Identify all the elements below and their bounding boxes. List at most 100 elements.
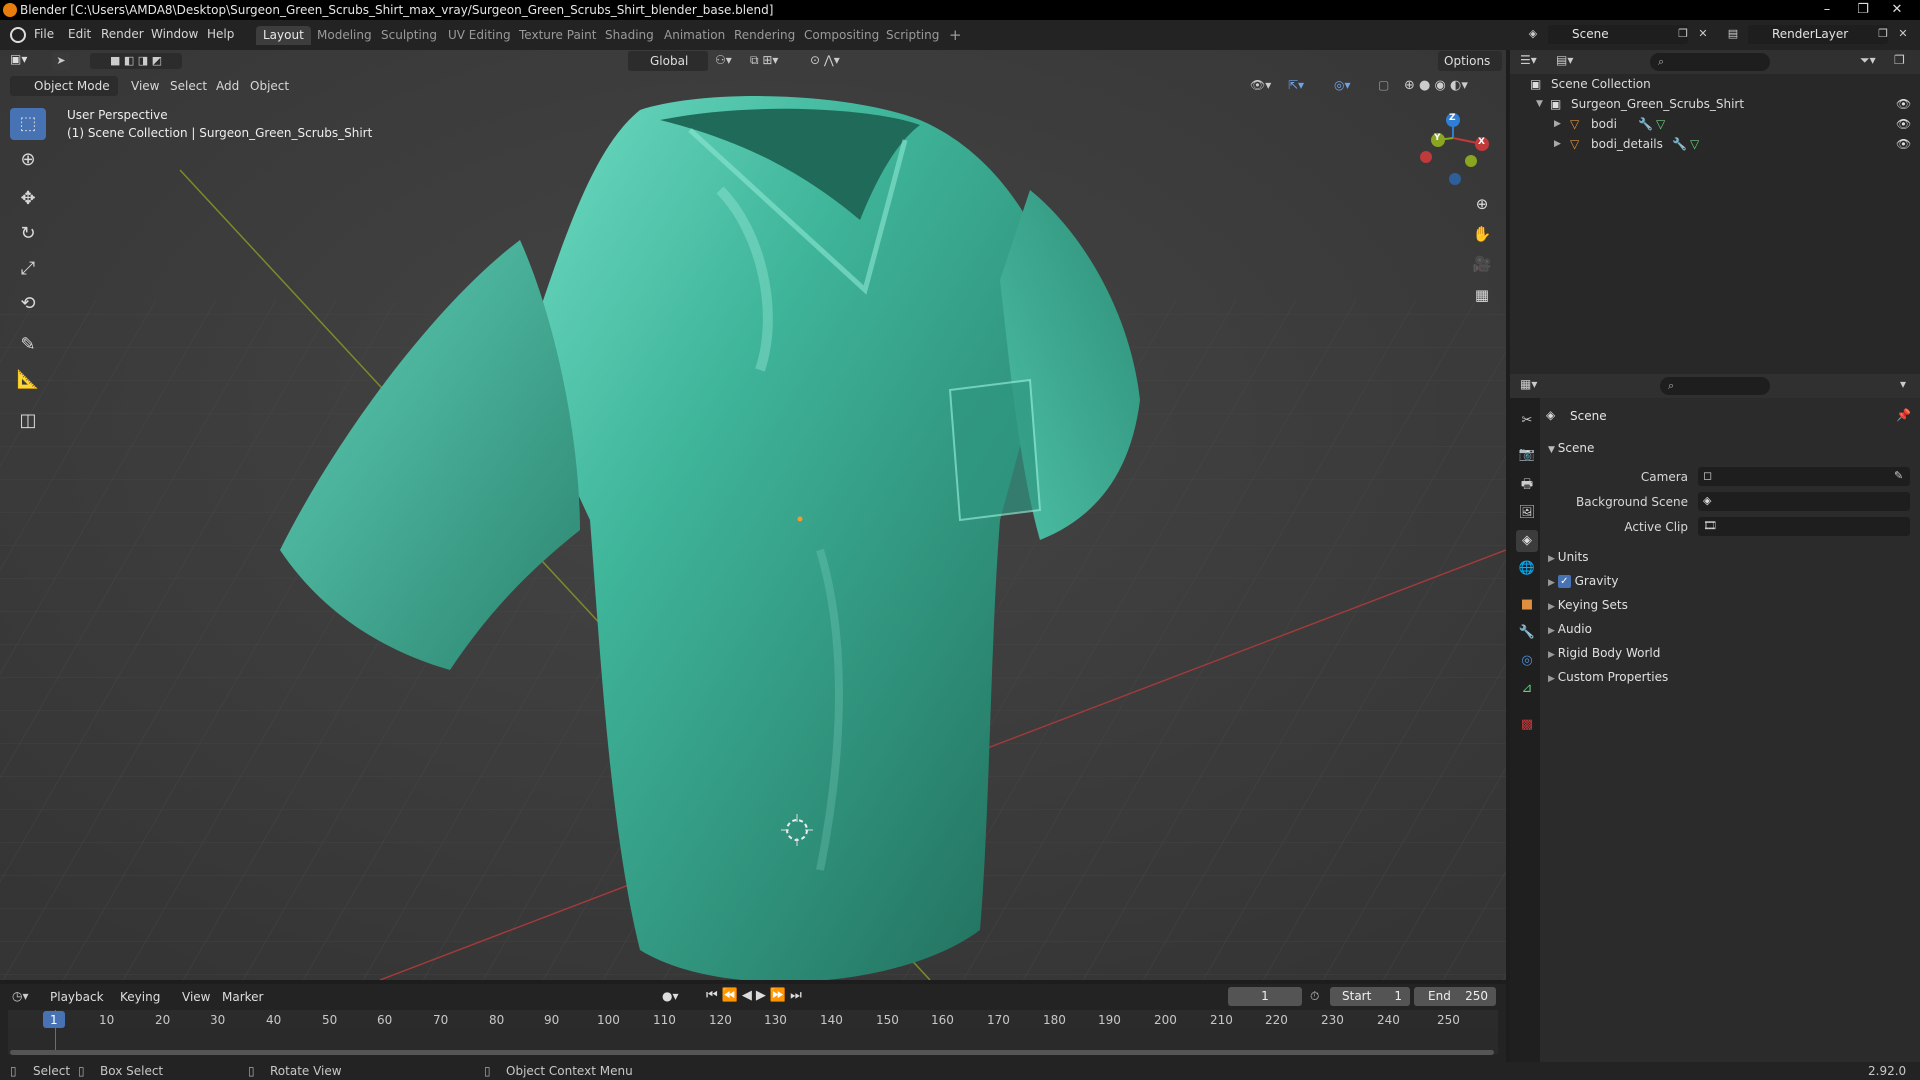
maximize-button[interactable]: ❐ <box>1848 0 1878 20</box>
outliner-row-object[interactable]: ▶ ▽ bodi_details 🔧 ▽ 👁 <box>1510 134 1920 154</box>
menu-object[interactable]: Object <box>250 76 289 96</box>
playback-menu[interactable]: Playback <box>44 987 110 1007</box>
gizmo-toggle-icon[interactable]: ⇱▾ <box>1288 78 1304 92</box>
menu-help[interactable]: Help <box>207 27 234 41</box>
cursor-tool[interactable]: ⊕ <box>10 144 46 176</box>
panel-gravity[interactable]: ▶ ✓ Gravity <box>1548 571 1618 591</box>
modifiers-tab-icon[interactable]: 🔧 <box>1516 622 1538 644</box>
object-mode-dropdown[interactable]: Object Mode <box>10 76 118 96</box>
tool-tab-icon[interactable]: ✂ <box>1516 410 1538 432</box>
timeline-scrollbar[interactable] <box>10 1050 1494 1055</box>
timeline-view-menu[interactable]: View <box>176 987 216 1007</box>
outliner-row-object[interactable]: ▶ ▽ bodi 🔧 ▽ 👁 <box>1510 114 1920 134</box>
snap-icon[interactable]: ⧉ ⊞▾ <box>750 53 778 68</box>
tab-compositing[interactable]: Compositing <box>797 26 886 45</box>
renderlayer-new-icon[interactable]: ❐ <box>1874 25 1892 43</box>
tab-rendering[interactable]: Rendering <box>727 26 802 45</box>
select-box-tool[interactable]: ⬚ <box>10 108 46 140</box>
add-workspace-button[interactable]: + <box>942 26 969 45</box>
gizmo-x-label[interactable]: X <box>1478 137 1485 147</box>
3d-viewport[interactable]: Z X Y User Perspective (1) Scene Collect… <box>0 50 1506 980</box>
eye-icon[interactable]: 👁 <box>1896 134 1911 154</box>
menu-add[interactable]: Add <box>216 76 239 96</box>
expand-arrow-icon[interactable]: ▼ <box>1536 94 1543 114</box>
object-tab-icon[interactable]: ■ <box>1516 594 1538 616</box>
modifier-icon[interactable]: 🔧 <box>1638 114 1653 134</box>
outliner-row-collection[interactable]: ▼ ▣ Surgeon_Green_Scrubs_Shirt 👁 <box>1510 94 1920 114</box>
pivot-point-icon[interactable]: ⚇▾ <box>715 53 732 67</box>
start-frame-field[interactable]: Start 1 <box>1330 987 1410 1006</box>
minimize-button[interactable]: – <box>1812 0 1842 20</box>
camera-field[interactable] <box>1698 467 1910 486</box>
tab-modeling[interactable]: Modeling <box>310 26 379 45</box>
annotate-tool[interactable]: ✎ <box>10 329 46 361</box>
renderlayer-browse-icon[interactable]: ▤ <box>1724 25 1742 43</box>
eye-icon[interactable]: 👁 <box>1896 94 1911 114</box>
world-tab-icon[interactable]: 🌐 <box>1516 558 1538 580</box>
renderlayer-delete-icon[interactable]: ✕ <box>1894 25 1912 43</box>
properties-options-icon[interactable]: ▾ <box>1900 377 1906 391</box>
scene-delete-icon[interactable]: ✕ <box>1694 25 1712 43</box>
end-frame-field[interactable]: End 250 <box>1414 987 1496 1006</box>
expand-arrow-icon[interactable]: ▶ <box>1554 114 1561 134</box>
constraints-tab-icon[interactable]: ⊿ <box>1516 678 1538 700</box>
blender-menu-icon[interactable] <box>10 27 26 43</box>
menu-window[interactable]: Window <box>151 27 198 41</box>
panel-scene-header[interactable]: ▼ Scene <box>1548 438 1908 458</box>
tab-uv-editing[interactable]: UV Editing <box>441 26 518 45</box>
pin-icon[interactable]: 📌 <box>1896 408 1911 422</box>
tab-shading[interactable]: Shading <box>598 26 661 45</box>
proportional-editing-icon[interactable]: ⊙ ⋀▾ <box>810 53 840 67</box>
eyedropper-icon[interactable]: ✎ <box>1894 469 1903 482</box>
options-dropdown[interactable]: Options <box>1438 51 1502 71</box>
xray-icon[interactable]: ▢ <box>1378 78 1389 92</box>
active-clip-field[interactable] <box>1698 517 1910 536</box>
visibility-icon[interactable]: 👁▾ <box>1250 78 1271 92</box>
panel-audio[interactable]: ▶ Audio <box>1548 619 1592 639</box>
physics-tab-icon[interactable]: ◎ <box>1516 650 1538 672</box>
toggle-ortho-icon[interactable]: ▦ <box>1470 283 1494 307</box>
outliner-search-icon[interactable]: ⌕ <box>1650 53 1770 71</box>
panel-custom-properties[interactable]: ▶ Custom Properties <box>1548 667 1668 687</box>
stopwatch-icon[interactable]: ⏱ <box>1310 989 1319 1004</box>
mesh-data-icon[interactable]: ▽ <box>1656 114 1665 134</box>
scene-browse-icon[interactable]: ◈ <box>1524 25 1542 43</box>
panel-rigid-body-world[interactable]: ▶ Rigid Body World <box>1548 643 1660 663</box>
eye-icon[interactable]: 👁 <box>1896 114 1911 134</box>
menu-edit[interactable]: Edit <box>68 27 91 41</box>
outliner-row-scene-collection[interactable]: ▣ Scene Collection <box>1510 74 1920 94</box>
playback-controls-icons[interactable]: ⏮⏪◀▶⏩⏭ <box>706 988 806 1003</box>
pan-hand-icon[interactable]: ✋ <box>1470 222 1494 246</box>
timeline-editor-type-icon[interactable]: ◷▾ <box>12 989 29 1003</box>
filter-icon[interactable]: ⏷▾ <box>1860 53 1876 68</box>
tab-sculpting[interactable]: Sculpting <box>374 26 444 45</box>
tab-animation[interactable]: Animation <box>657 26 732 45</box>
scale-tool[interactable]: ⤢ <box>10 253 46 285</box>
current-frame-field[interactable]: 1 <box>1228 987 1302 1006</box>
renderlayer-selector[interactable]: RenderLayer <box>1748 25 1888 44</box>
scene-new-icon[interactable]: ❐ <box>1674 25 1692 43</box>
record-icon[interactable]: ●▾ <box>662 989 679 1003</box>
keying-menu[interactable]: Keying <box>114 987 166 1007</box>
gravity-checkbox[interactable]: ✓ <box>1557 575 1571 588</box>
gizmo-z-label[interactable]: Z <box>1449 113 1456 123</box>
properties-search-icon[interactable]: ⌕ <box>1660 377 1770 395</box>
transform-tool[interactable]: ⟲ <box>10 288 46 320</box>
close-button[interactable]: ✕ <box>1882 0 1912 20</box>
rotate-tool[interactable]: ↻ <box>10 218 46 250</box>
scene-selector[interactable]: Scene <box>1548 25 1688 44</box>
menu-file[interactable]: File <box>34 27 54 41</box>
texture-tab-icon[interactable]: ▩ <box>1516 714 1538 736</box>
marker-menu[interactable]: Marker <box>216 987 269 1007</box>
render-tab-icon[interactable]: 📷 <box>1516 444 1538 466</box>
modifier-icon[interactable]: 🔧 <box>1672 134 1687 154</box>
selection-mode-icons[interactable]: ■ ◧ ◨ ◩ <box>90 53 182 69</box>
tab-texture-paint[interactable]: Texture Paint <box>512 26 603 45</box>
active-tool-icon[interactable]: ➤ <box>52 52 70 70</box>
measure-tool[interactable]: 📐 <box>10 364 46 396</box>
panel-keying-sets[interactable]: ▶ Keying Sets <box>1548 595 1628 615</box>
zoom-icon[interactable]: ⊕ <box>1470 192 1494 216</box>
camera-view-icon[interactable]: 🎥 <box>1470 252 1494 276</box>
transform-orientation-dropdown[interactable]: Global <box>628 51 708 71</box>
expand-arrow-icon[interactable]: ▶ <box>1554 134 1561 154</box>
